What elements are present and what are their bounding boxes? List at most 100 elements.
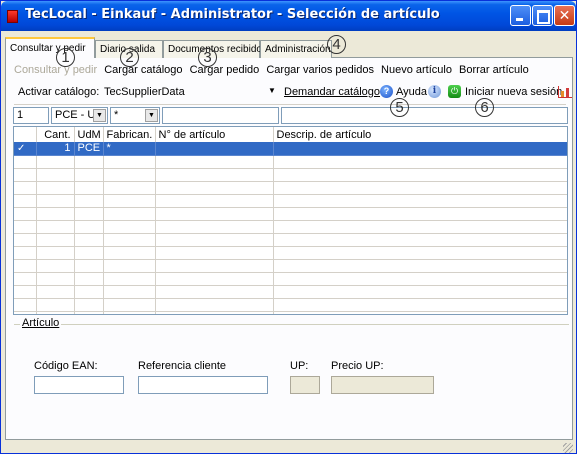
cargar-pedido-link[interactable]: Cargar pedido <box>190 64 260 76</box>
table-row[interactable] <box>14 246 567 260</box>
grid-cell <box>74 233 104 247</box>
row-manufacturer: * <box>103 142 156 156</box>
grid-cell <box>74 246 104 260</box>
description-filter-input[interactable] <box>281 107 568 124</box>
table-row[interactable] <box>14 220 567 234</box>
callout-marker: 6 <box>475 98 494 117</box>
grid-cell <box>36 259 75 273</box>
cargar-catalogo-link[interactable]: Cargar catálogo <box>104 64 182 76</box>
table-row[interactable] <box>14 194 567 208</box>
uom-filter-value: PCE - Ui <box>55 109 98 121</box>
maximize-button[interactable] <box>532 5 553 26</box>
col-header-fabricante[interactable]: Fabrican. <box>103 127 156 142</box>
col-header-check[interactable] <box>14 127 37 142</box>
tab-consultar-pedir[interactable]: Consultar y pedir <box>5 37 95 59</box>
article-filter-input[interactable] <box>162 107 279 124</box>
info-icon[interactable]: i <box>428 85 441 98</box>
grid-cell <box>103 155 156 169</box>
grid-cell <box>74 311 104 314</box>
borrar-articulo-link[interactable]: Borrar artículo <box>459 64 529 76</box>
grid-cell <box>273 259 567 273</box>
qty-filter-input[interactable]: 1 <box>13 107 49 124</box>
ref-cliente-label: Referencia cliente <box>138 360 227 372</box>
chevron-down-icon[interactable]: ▼ <box>268 86 276 95</box>
table-row[interactable] <box>14 207 567 221</box>
grid-cell <box>273 246 567 260</box>
table-row[interactable] <box>14 298 567 312</box>
up-field <box>290 376 320 394</box>
table-row[interactable] <box>14 272 567 286</box>
app-window: TecLocal - Einkauf - Administrator - Sel… <box>0 0 577 454</box>
chart-icon[interactable] <box>558 86 572 98</box>
catalog-select[interactable]: TecSupplierData <box>104 86 185 98</box>
minimize-button[interactable] <box>510 5 531 26</box>
title-bar[interactable]: TecLocal - Einkauf - Administrator - Sel… <box>1 1 576 31</box>
grid-cell <box>273 298 567 312</box>
table-row[interactable] <box>14 233 567 247</box>
grid-cell <box>14 285 37 299</box>
uom-filter-select[interactable]: PCE - Ui ▼ <box>51 107 108 124</box>
table-row[interactable] <box>14 285 567 299</box>
table-row[interactable] <box>14 311 567 314</box>
grid-cell <box>103 272 156 286</box>
table-row[interactable] <box>14 259 567 273</box>
grid-cell <box>14 311 37 314</box>
grid-cell <box>14 220 37 234</box>
grid-header-row: Cant. UdM Fabrican. N° de artículo Descr… <box>14 127 567 142</box>
power-icon[interactable]: ⏻ <box>448 85 461 98</box>
status-bar <box>1 441 576 453</box>
grid-cell <box>36 272 75 286</box>
chevron-down-icon[interactable]: ▼ <box>145 109 158 122</box>
grid-cell <box>273 194 567 208</box>
col-header-descripcion[interactable]: Descrip. de artículo <box>273 127 567 142</box>
close-icon: ✕ <box>558 7 571 23</box>
col-header-cant[interactable]: Cant. <box>36 127 75 142</box>
col-header-udm[interactable]: UdM <box>74 127 104 142</box>
table-row[interactable] <box>14 168 567 182</box>
grid-cell <box>103 298 156 312</box>
grid-cell <box>155 311 274 314</box>
table-row[interactable] <box>14 181 567 195</box>
ref-cliente-field[interactable] <box>138 376 268 394</box>
grid-cell <box>74 285 104 299</box>
tab-administracion[interactable]: Administración <box>260 40 332 58</box>
callout-marker: 4 <box>327 35 346 54</box>
grid-cell <box>103 168 156 182</box>
resize-grip-icon[interactable] <box>563 443 573 453</box>
grid-cell <box>103 285 156 299</box>
demandar-catalogo-link[interactable]: Demandar catálogo <box>284 86 380 98</box>
ean-field[interactable] <box>34 376 124 394</box>
row-qty: 1 <box>36 142 75 156</box>
iniciar-sesion-link[interactable]: Iniciar nueva sesión <box>465 86 562 98</box>
row-check-icon[interactable]: ✓ <box>14 142 37 156</box>
close-button[interactable]: ✕ <box>554 5 575 26</box>
grid-cell <box>74 298 104 312</box>
table-row[interactable] <box>14 155 567 169</box>
grid-cell <box>36 298 75 312</box>
manufacturer-filter-value: * <box>114 109 119 121</box>
grid-cell <box>103 311 156 314</box>
col-header-numero-articulo[interactable]: N° de artículo <box>155 127 274 142</box>
manufacturer-filter-select[interactable]: * ▼ <box>110 107 160 124</box>
cargar-varios-pedidos-link[interactable]: Cargar varios pedidos <box>266 64 374 76</box>
nuevo-articulo-link[interactable]: Nuevo artículo <box>381 64 452 76</box>
action-toolbar: Consultar y pedir Cargar catálogo Cargar… <box>14 64 533 76</box>
help-icon[interactable]: ? <box>380 85 393 98</box>
ayuda-link[interactable]: Ayuda <box>396 86 427 98</box>
grid-cell <box>14 181 37 195</box>
row-description <box>273 142 567 156</box>
activar-catalogo-label: Activar catálogo: <box>18 86 100 98</box>
grid-cell <box>103 181 156 195</box>
ean-label: Código EAN: <box>34 360 98 372</box>
grid-cell <box>36 194 75 208</box>
grid-cell <box>74 194 104 208</box>
grid-cell <box>155 168 274 182</box>
grid-cell <box>14 246 37 260</box>
table-row[interactable]: ✓ 1 PCE * <box>14 142 567 156</box>
grid-cell <box>74 168 104 182</box>
article-table: Cant. UdM Fabrican. N° de artículo Descr… <box>14 127 567 314</box>
chevron-down-icon[interactable]: ▼ <box>93 109 106 122</box>
grid-cell <box>103 207 156 221</box>
article-grid[interactable]: Cant. UdM Fabrican. N° de artículo Descr… <box>13 126 568 315</box>
window-title: TecLocal - Einkauf - Administrator - Sel… <box>25 7 440 22</box>
